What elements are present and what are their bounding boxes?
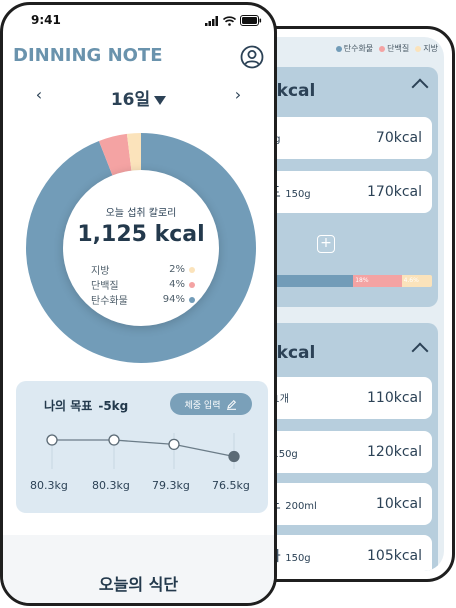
macro-label: 탄수화물 [91, 296, 128, 307]
donut-center: 오늘 섭취 칼로리 1,125 kcal 지방 2% 단백질 4% 탄수화물 9… [63, 170, 219, 326]
food-item[interactable]: 번과 150g 105kcal [255, 535, 432, 571]
legend-label-protein: 단백질 [387, 44, 410, 53]
macro-bar-segment: 4.6% [401, 275, 432, 287]
macro-dot-carbs [189, 296, 195, 303]
edit-pencil-icon [227, 399, 237, 410]
legend-label-fat: 지방 [423, 44, 438, 53]
weight-trend-line [52, 439, 235, 458]
legend-item-fat: 지방 [415, 43, 438, 54]
food-kcal: 70kcal [375, 130, 422, 146]
goal-title: 나의 목표 -5kg [44, 397, 128, 414]
weight-goal-card: 나의 목표 -5kg 체중 입력 80.3kg 80.3kg 79.3kg 76.5kg [16, 381, 268, 513]
wifi-icon [223, 15, 236, 26]
collapse-chevron-up-icon[interactable] [411, 342, 429, 360]
food-kcal: 110kcal [367, 390, 422, 406]
weight-label: 80.3kg [92, 479, 130, 492]
food-kcal: 10kcal [375, 496, 422, 512]
macro-dot-fat [189, 266, 195, 273]
macro-label: 단백질 [91, 281, 119, 292]
goal-target: -5kg [98, 399, 129, 413]
status-time: 9:41 [31, 13, 61, 27]
weight-point[interactable] [108, 434, 120, 446]
weight-trend-chart [46, 433, 240, 469]
legend-dot-protein [379, 45, 386, 52]
food-item[interactable]: 바 150g 120kcal [255, 431, 432, 473]
date-label: 16일 [110, 90, 151, 110]
add-food-button[interactable]: + [317, 235, 335, 253]
collapse-chevron-up-icon[interactable] [411, 78, 429, 96]
status-bar: 9:41 [3, 13, 274, 31]
back-phone-screen: 탄수화물 단백질 지방 90kcal 150g 70kcal [255, 37, 444, 571]
macro-percent: 94% [162, 294, 185, 305]
macro-percent: 2% [169, 264, 185, 275]
food-item[interactable]: 카노 200ml 10kcal [255, 483, 432, 525]
caret-down-icon [154, 95, 167, 105]
signal-icon [205, 15, 218, 26]
app-brand-logo: DINNING NOTE [13, 45, 163, 66]
weight-point[interactable] [168, 438, 180, 451]
weight-input-button[interactable]: 체중 입력 [170, 393, 252, 415]
weight-point[interactable] [228, 450, 240, 463]
food-kcal: 170kcal [367, 184, 422, 200]
legend-dot-fat [415, 45, 422, 52]
macro-row-carbs: 탄수화물 94% [91, 292, 195, 307]
macro-bar-segment: 18% [353, 275, 402, 287]
macro-label: 지방 [91, 266, 110, 277]
today-meals-section: 오늘의 식단 [3, 535, 274, 603]
stage: 탄수화물 단백질 지방 90kcal 150g 70kcal [0, 0, 456, 608]
today-meals-title: 오늘의 식단 [98, 575, 179, 594]
macro-breakdown: 지방 2% 단백질 4% 탄수화물 94% [91, 262, 195, 307]
food-kcal: 120kcal [367, 444, 422, 460]
weight-label: 79.3kg [152, 479, 190, 492]
meal-card-1[interactable]: 90kcal 150g 70kcal 러드 150g 170kcal + › 3… [255, 67, 438, 307]
weight-point[interactable] [46, 434, 58, 446]
status-icons [205, 15, 262, 26]
intake-title: 오늘 섭취 칼로리 [105, 208, 177, 219]
macro-row-fat: 지방 2% [91, 262, 195, 277]
food-item[interactable]: 러드 150g 170kcal [255, 171, 432, 213]
legend-label-carbs: 탄수화물 [343, 44, 374, 53]
food-kcal: 105kcal [367, 548, 422, 564]
legend-item-carbs: 탄수화물 [335, 43, 374, 54]
food-item[interactable]: 150g 70kcal [255, 117, 432, 159]
food-item[interactable]: 중형1개 110kcal [255, 377, 432, 419]
meal-1-macro-bar: 3.2%18%4.6% [255, 275, 432, 287]
weight-label: 80.3kg [30, 479, 68, 492]
date-navigator: ‹ 16일 › [3, 85, 274, 110]
front-phone-frame: 9:41 DINNING NOTE ‹ 16일 › 오늘 섭취 칼로리 1,12… [0, 2, 277, 606]
legend-item-protein: 단백질 [379, 43, 409, 54]
calorie-donut-chart: 오늘 섭취 칼로리 1,125 kcal 지방 2% 단백질 4% 탄수화물 9… [26, 133, 256, 363]
chevron-right-icon[interactable]: › [228, 85, 248, 105]
battery-icon [240, 15, 262, 26]
user-circle-icon[interactable] [240, 45, 264, 69]
meal-card-2[interactable]: 45kcal 중형1개 110kcal 바 150g 120kcal 카노 20… [255, 323, 438, 571]
macro-dot-protein [189, 281, 195, 288]
intake-value: 1,125 kcal [77, 222, 205, 247]
weight-input-label: 체중 입력 [184, 400, 221, 411]
macro-row-protein: 단백질 4% [91, 277, 195, 292]
goal-label: 나의 목표 [44, 399, 93, 413]
macro-percent: 4% [169, 279, 185, 290]
food-amount: 200ml [285, 501, 317, 512]
food-amount: 150g [285, 189, 311, 200]
legend-dot-carbs [335, 45, 342, 52]
macro-legend: 탄수화물 단백질 지방 [335, 43, 438, 54]
food-amount: 150g [285, 553, 311, 564]
weight-label: 76.5kg [212, 479, 250, 492]
